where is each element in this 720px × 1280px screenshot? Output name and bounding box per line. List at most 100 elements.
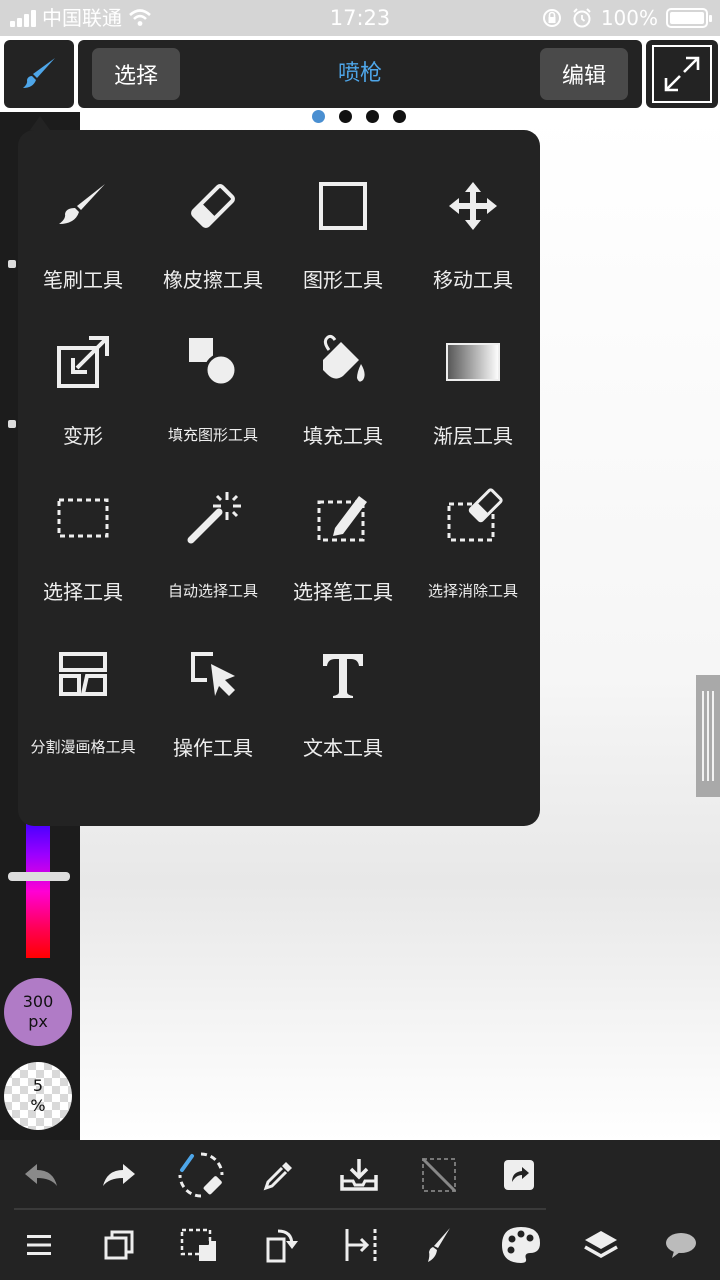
text-icon: [323, 654, 363, 698]
ruler-icon: [345, 1229, 377, 1261]
select-button[interactable]: 选择: [92, 48, 180, 100]
rotation-lock-icon: [542, 9, 561, 27]
share-icon: [504, 1160, 534, 1190]
palette-icon: [502, 1227, 540, 1263]
tool-brush[interactable]: 笔刷工具: [18, 166, 148, 322]
sidebar-nub: [8, 260, 16, 268]
brush-icon: [59, 184, 105, 224]
layers-copy-icon: [104, 1230, 134, 1260]
palette-button[interactable]: [496, 1220, 546, 1270]
tool-title-bar: 喷枪 选择 编辑: [78, 40, 642, 108]
undo-button[interactable]: [16, 1150, 66, 1200]
tool-label: 选择工具: [43, 580, 123, 604]
page-indicator: [312, 110, 406, 123]
tool-label: 自动选择工具: [167, 582, 258, 600]
save-icon: [340, 1159, 378, 1191]
move-arrows-icon: [449, 182, 497, 230]
share-button[interactable]: [494, 1150, 544, 1200]
tool-select-eraser[interactable]: 选择消除工具: [408, 478, 538, 634]
eyedropper-button[interactable]: [254, 1150, 304, 1200]
select-pen-icon: [317, 496, 367, 542]
tool-label: 文本工具: [303, 736, 383, 760]
brush-icon: [23, 58, 55, 88]
tool-label: 操作工具: [173, 736, 253, 760]
eraser-icon: [191, 184, 235, 228]
edit-button[interactable]: 编辑: [540, 48, 628, 100]
status-bar: 中国联通 17:23 100%: [0, 0, 720, 36]
bottom-toolbar-top: [0, 1140, 720, 1210]
brush-eraser-swap-button[interactable]: [174, 1148, 228, 1202]
speech-bubble-button[interactable]: [656, 1220, 706, 1270]
tool-panel-divide[interactable]: 分割漫画格工具: [18, 634, 148, 790]
tool-label: 图形工具: [303, 268, 383, 292]
opacity-unit: %: [30, 1096, 46, 1115]
panel-divide-icon: [59, 652, 107, 696]
brush-settings-button[interactable]: [414, 1220, 464, 1270]
tool-label: 移动工具: [433, 268, 513, 292]
opacity-button[interactable]: 5 %: [4, 1062, 72, 1130]
tool-auto-select[interactable]: 自动选择工具: [148, 478, 278, 634]
menu-icon: [27, 1235, 51, 1255]
menu-button[interactable]: [14, 1220, 64, 1270]
tool-selection-popup: 笔刷工具 橡皮擦工具 图形工具 移动工具 变形 填充图形工具 填充工具 渐层工具…: [18, 130, 540, 826]
brush-size-value: 300: [22, 992, 54, 1011]
tool-operation[interactable]: 操作工具: [148, 634, 278, 790]
layers-button[interactable]: [576, 1220, 626, 1270]
transform-icon: [57, 336, 109, 388]
tool-text[interactable]: 文本工具: [278, 634, 408, 790]
page-dot[interactable]: [312, 110, 325, 123]
color-slider-thumb[interactable]: [8, 872, 70, 881]
brush-eraser-swap-icon: [178, 1152, 224, 1198]
eyedropper-icon: [263, 1162, 292, 1191]
select-eraser-icon: [447, 488, 503, 542]
brush-icon: [428, 1228, 450, 1262]
side-panel-handle[interactable]: [696, 675, 720, 797]
tool-gradient[interactable]: 渐层工具: [408, 322, 538, 478]
page-dot[interactable]: [393, 110, 406, 123]
layers-icon: [584, 1231, 618, 1259]
tool-fill-shape[interactable]: 填充图形工具: [148, 322, 278, 478]
tool-label: 填充图形工具: [167, 426, 258, 444]
clear-selection-icon: [421, 1157, 457, 1193]
page-dot[interactable]: [366, 110, 379, 123]
tool-label: 填充工具: [303, 424, 383, 448]
tool-label: 变形: [63, 424, 103, 448]
battery-percent: 100%: [600, 6, 658, 30]
ruler-button[interactable]: [336, 1220, 386, 1270]
selection-button[interactable]: [174, 1220, 224, 1270]
layers-copy-button[interactable]: [94, 1220, 144, 1270]
speech-bubble-icon: [666, 1233, 696, 1258]
tool-move[interactable]: 移动工具: [408, 166, 538, 322]
tool-fill[interactable]: 填充工具: [278, 322, 408, 478]
tool-select-pen[interactable]: 选择笔工具: [278, 478, 408, 634]
tool-eraser[interactable]: 橡皮擦工具: [148, 166, 278, 322]
magic-wand-icon: [187, 492, 241, 544]
popup-arrow: [30, 116, 50, 130]
selection-icon: [180, 1228, 216, 1261]
tool-select[interactable]: 选择工具: [18, 478, 148, 634]
alarm-icon: [573, 8, 591, 28]
tool-label: 选择笔工具: [293, 580, 393, 604]
undo-icon: [25, 1164, 57, 1186]
gradient-icon: [446, 343, 500, 381]
tool-label: 笔刷工具: [43, 268, 123, 292]
clear-selection-button[interactable]: [414, 1150, 464, 1200]
brush-size-button[interactable]: 300 px: [4, 978, 72, 1046]
fullscreen-button[interactable]: [646, 40, 718, 108]
operation-cursor-icon: [191, 652, 235, 696]
page-dot[interactable]: [339, 110, 352, 123]
redo-button[interactable]: [94, 1150, 144, 1200]
rotate-button[interactable]: [256, 1220, 306, 1270]
redo-icon: [103, 1164, 135, 1186]
color-slider-track[interactable]: [26, 810, 50, 958]
tool-shape[interactable]: 图形工具: [278, 166, 408, 322]
expand-icon: [664, 56, 700, 92]
square-shape-icon: [319, 182, 367, 230]
tool-label: 橡皮擦工具: [163, 268, 263, 292]
tool-label: 分割漫画格工具: [30, 738, 136, 756]
brush-size-unit: px: [28, 1012, 48, 1031]
rotate-icon: [266, 1229, 298, 1263]
save-button[interactable]: [334, 1150, 384, 1200]
tool-transform[interactable]: 变形: [18, 322, 148, 478]
brush-tool-button[interactable]: [4, 40, 74, 108]
